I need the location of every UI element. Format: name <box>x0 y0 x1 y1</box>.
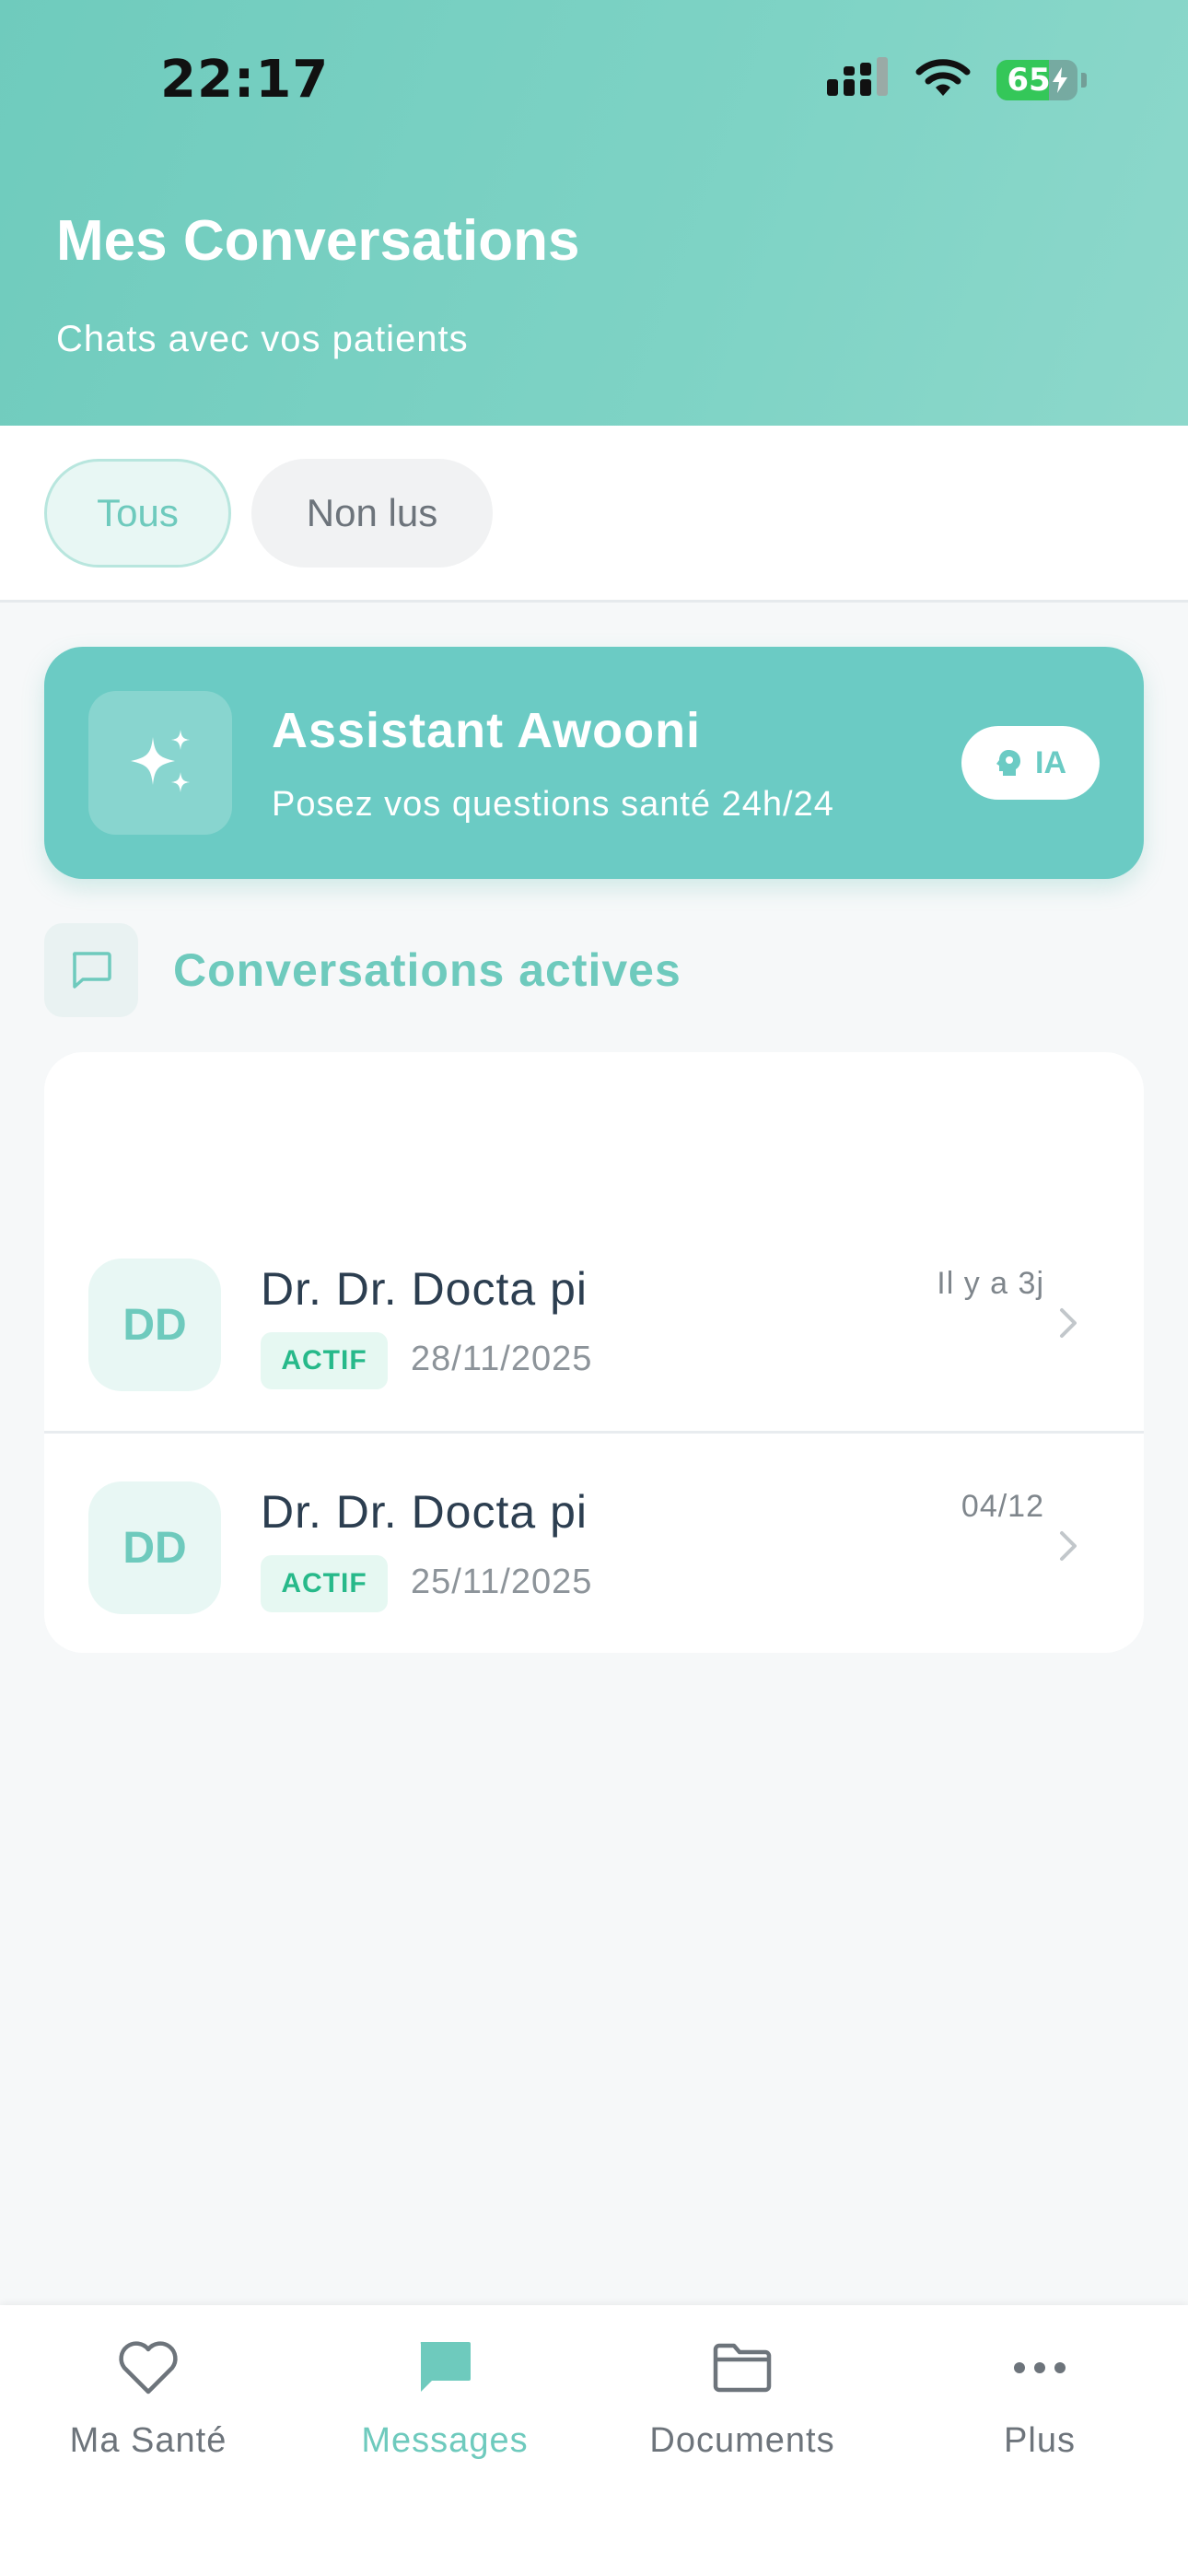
avatar: DD <box>88 1481 221 1614</box>
nav-label: Plus <box>1004 2421 1076 2460</box>
conversation-date: 28/11/2025 <box>411 1340 593 1378</box>
assistant-title: Assistant Awooni <box>272 703 702 758</box>
nav-label: Ma Santé <box>69 2421 227 2460</box>
conversation-row[interactable]: DD Dr. Dr. Docta pi Il y a 3j ACTIF 28/1… <box>44 1214 1144 1434</box>
nav-label: Messages <box>361 2421 529 2460</box>
battery-percent: 65 <box>1007 61 1051 99</box>
conversation-time: 04/12 <box>961 1489 1044 1524</box>
conversation-name: Dr. Dr. Docta pi <box>261 1486 588 1538</box>
nav-label: Documents <box>649 2421 835 2460</box>
brain-head-icon <box>996 750 1020 776</box>
battery-charging-icon: 65 <box>996 59 1087 100</box>
chevron-right-icon <box>1050 1303 1087 1343</box>
avatar: DD <box>88 1259 221 1391</box>
conversation-list: DD Dr. Dr. Docta pi Il y a 3j ACTIF 28/1… <box>44 1052 1144 1653</box>
assistant-card[interactable]: Assistant Awooni Posez vos questions san… <box>44 647 1144 879</box>
status-badge: ACTIF <box>261 1332 388 1389</box>
conversation-name: Dr. Dr. Docta pi <box>261 1263 588 1315</box>
battery-cap <box>1081 72 1087 88</box>
conversation-date: 25/11/2025 <box>411 1563 593 1601</box>
nav-item-ma-sante[interactable]: Ma Santé <box>0 2331 297 2497</box>
status-badge: ACTIF <box>261 1555 388 1612</box>
chevron-right-icon <box>1050 1526 1087 1566</box>
filter-all-chip[interactable]: Tous <box>44 459 231 568</box>
status-time: 22:17 <box>160 50 330 110</box>
more-dots-icon <box>1012 2331 1067 2405</box>
assistant-subtitle: Posez vos questions santé 24h/24 <box>272 785 834 824</box>
heart-icon <box>118 2331 179 2405</box>
conversation-row[interactable]: DD Dr. Dr. Docta pi 04/12 ACTIF 25/11/20… <box>44 1437 1144 1653</box>
cellular-signal-icon <box>827 57 890 102</box>
page-subtitle: Chats avec vos patients <box>56 319 469 359</box>
charging-bolt-icon <box>1052 66 1067 93</box>
nav-item-documents[interactable]: Documents <box>594 2331 891 2497</box>
chat-bubble-icon <box>44 923 138 1017</box>
status-icons: 65 <box>827 57 1087 102</box>
folder-icon <box>712 2331 773 2405</box>
page-title: Mes Conversations <box>56 209 580 273</box>
bottom-nav: Ma Santé Messages Documents Plus <box>0 2305 1188 2576</box>
wifi-icon <box>915 57 971 102</box>
filter-unread-chip[interactable]: Non lus <box>251 459 493 568</box>
battery-indicator: 65 <box>996 59 1077 100</box>
ia-badge-label: IA <box>1035 744 1066 780</box>
nav-item-plus[interactable]: Plus <box>891 2331 1188 2497</box>
conversation-time: Il y a 3j <box>937 1266 1044 1301</box>
sparkles-icon <box>88 691 232 835</box>
header: 22:17 65 Mes Conversations Chats avec vo… <box>0 0 1188 426</box>
filter-bar: Tous Non lus <box>0 426 1188 603</box>
message-bubble-icon <box>415 2331 474 2405</box>
section-title: Conversations actives <box>173 944 681 996</box>
nav-item-messages[interactable]: Messages <box>297 2331 593 2497</box>
ia-badge: IA <box>961 726 1100 800</box>
